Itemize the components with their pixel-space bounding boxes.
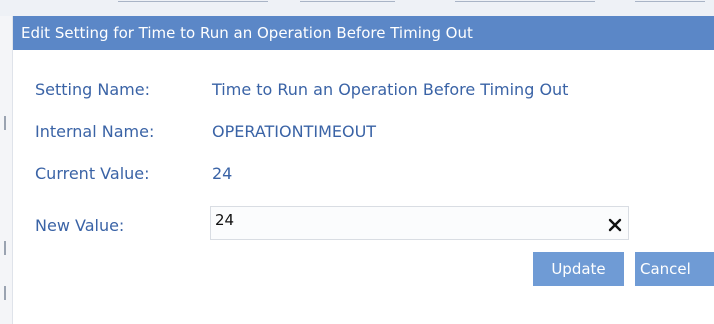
background-marker [4,286,6,300]
setting-name-label: Setting Name: [35,80,150,99]
background-page-edge [0,16,13,324]
dialog-title: Edit Setting for Time to Run an Operatio… [13,16,714,50]
new-value-field[interactable] [210,206,629,240]
internal-name-value: OPERATIONTIMEOUT [212,122,377,141]
edit-setting-dialog: Edit Setting for Time to Run an Operatio… [13,16,714,324]
setting-name-value: Time to Run an Operation Before Timing O… [212,80,569,99]
background-marker [4,116,6,130]
background-column-header [118,1,268,8]
current-value-value: 24 [212,164,233,183]
new-value-label: New Value: [35,216,125,235]
update-button[interactable]: Update [533,252,624,286]
background-page-header [0,0,714,17]
cancel-button[interactable]: Cancel [635,252,714,286]
background-column-header [635,1,705,8]
close-icon[interactable] [608,217,622,232]
new-value-input[interactable] [215,209,585,231]
background-marker [4,241,6,255]
current-value-label: Current Value: [35,164,150,183]
background-column-header [455,1,595,8]
internal-name-label: Internal Name: [35,122,155,141]
background-column-header [300,1,395,8]
